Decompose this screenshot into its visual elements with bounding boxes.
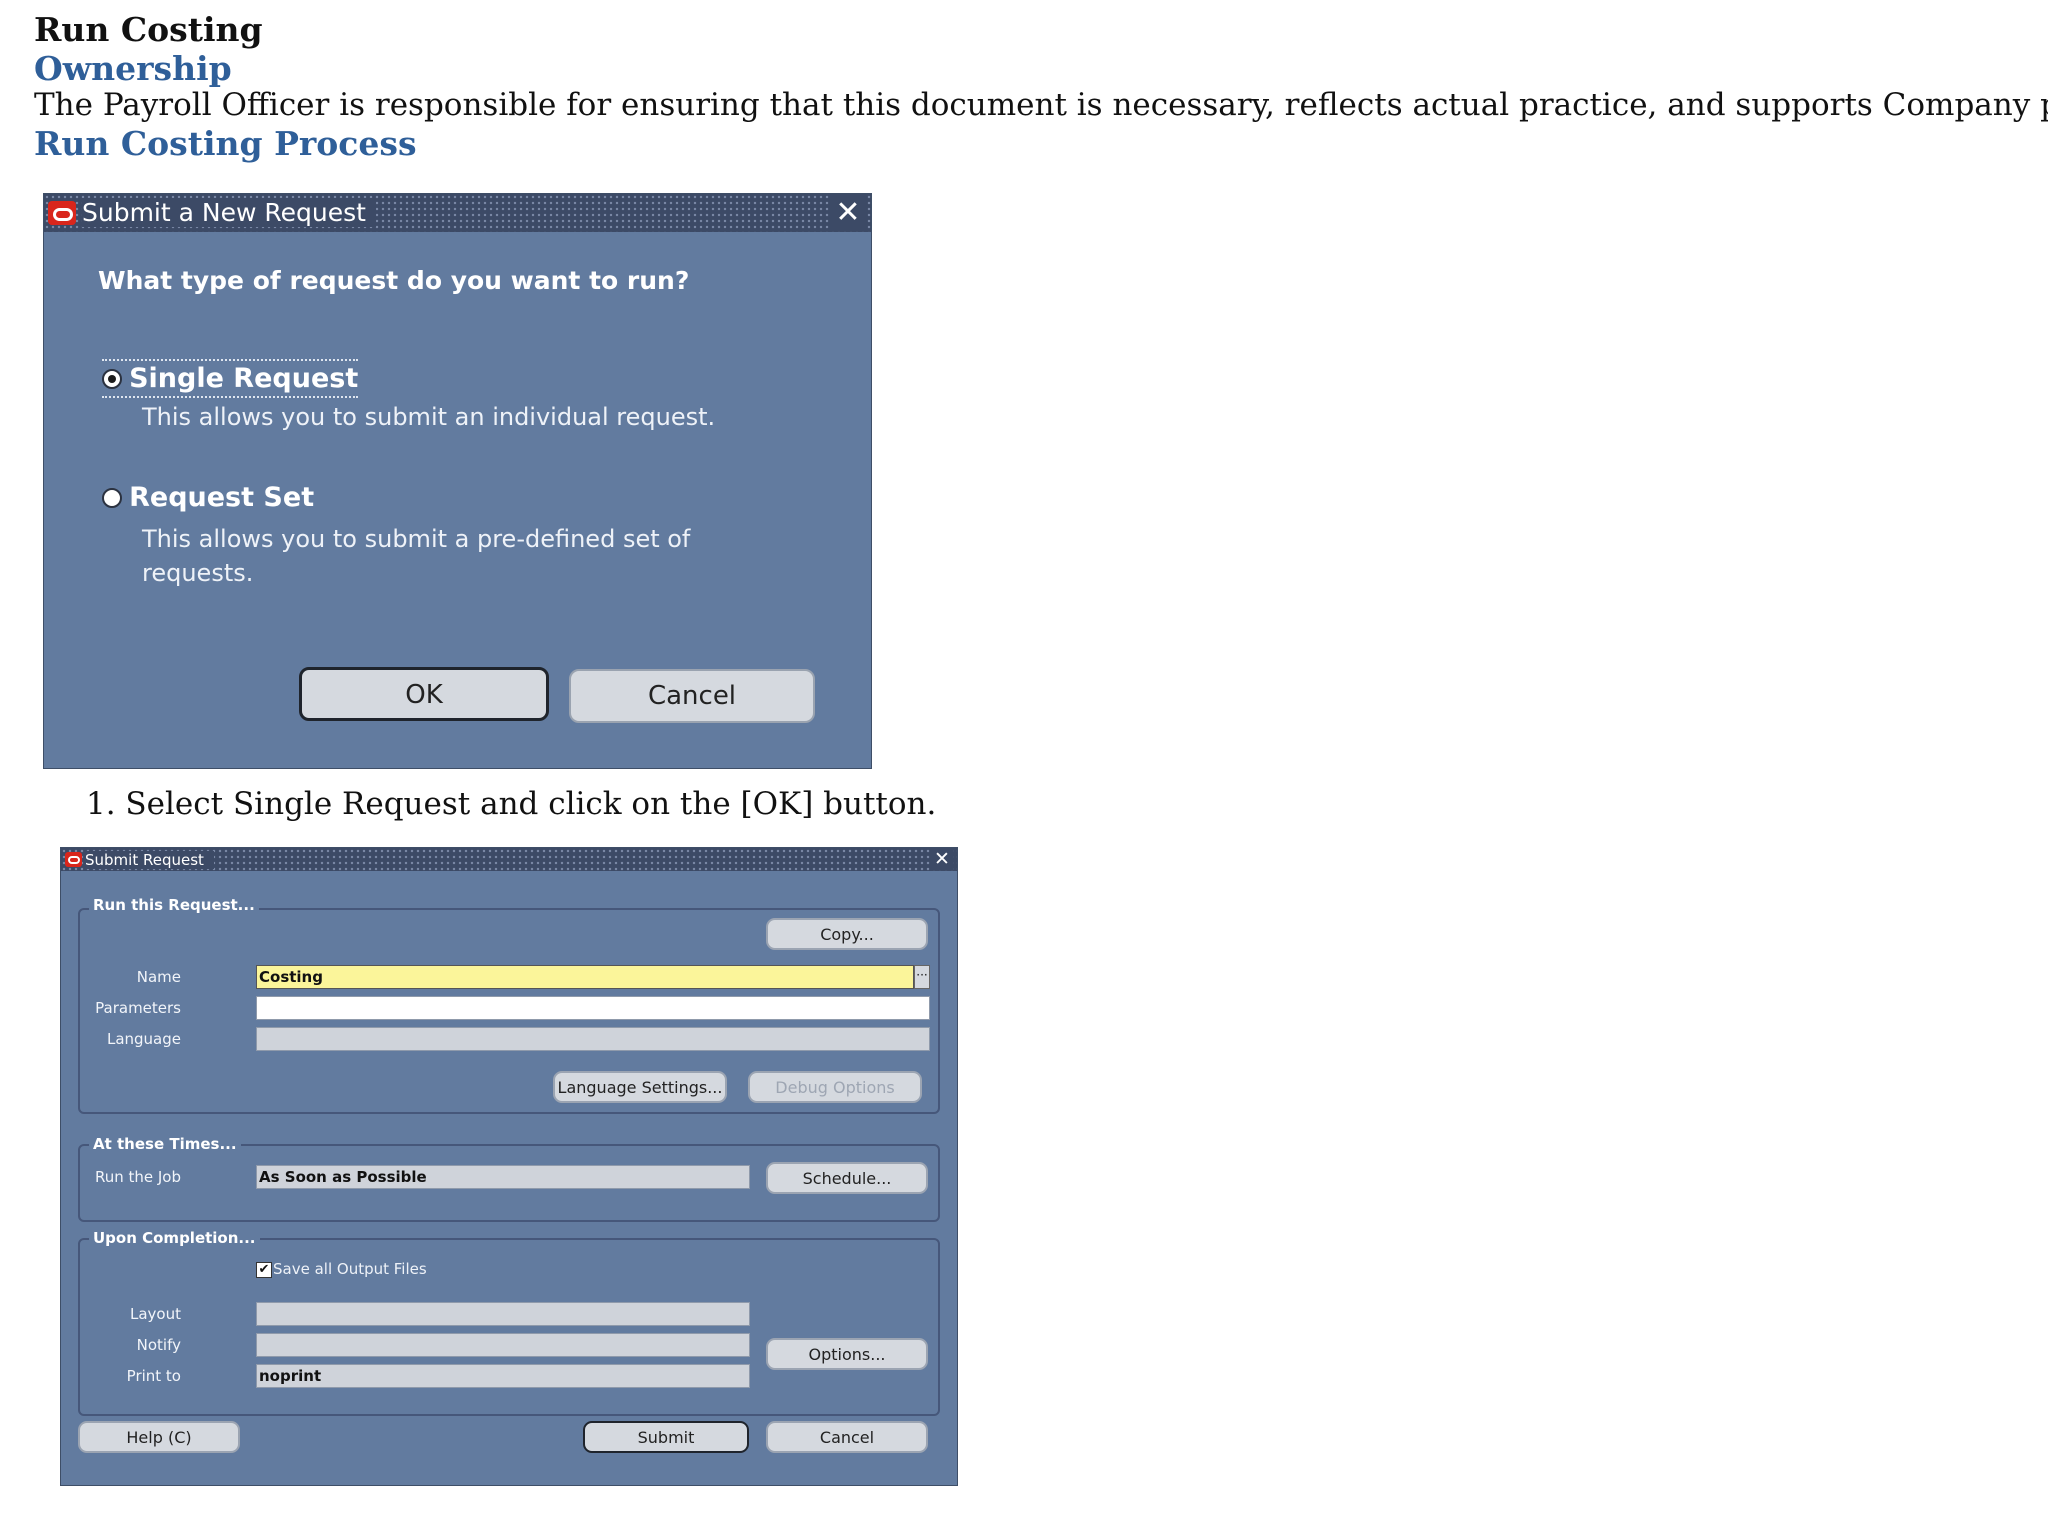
upon-completion-group-label: Upon Completion... [89,1229,260,1247]
submit-new-request-dialog: Submit a New Request ✕ What type of requ… [44,194,871,768]
oracle-logo-icon [65,852,82,867]
run-job-field[interactable]: As Soon as Possible [256,1165,750,1189]
single-request-radio[interactable] [102,368,122,389]
request-type-question: What type of request do you want to run? [98,266,690,295]
ok-button[interactable]: OK [299,667,549,721]
save-output-label[interactable]: Save all Output Files [273,1260,427,1278]
debug-options-button[interactable]: Debug Options [748,1071,922,1103]
save-output-checkbox[interactable]: ✔ [256,1262,272,1278]
submit-request-dialog: Submit Request ✕ Run this Request... Cop… [61,848,957,1485]
upon-completion-group [78,1238,940,1416]
list-of-values-icon[interactable]: ··· [914,965,930,989]
request-set-label[interactable]: Request Set [129,482,314,513]
language-label: Language [106,1030,181,1048]
close-icon[interactable]: ✕ [931,848,953,870]
step-1-instruction: 1. Select Single Request and click on th… [86,786,937,822]
close-icon[interactable]: ✕ [831,195,865,230]
single-request-option[interactable]: Single Request [102,359,359,398]
name-label: Name [136,968,181,986]
run-request-group-label: Run this Request... [89,896,259,914]
layout-field[interactable] [256,1302,750,1326]
language-field[interactable] [256,1027,930,1051]
notify-label: Notify [136,1336,181,1354]
ownership-paragraph: The Payroll Officer is responsible for e… [34,87,2048,123]
request-set-option[interactable]: Request Set [102,482,314,513]
dialog-title: Submit Request [85,851,214,869]
document-title: Run Costing [34,10,263,49]
submit-button[interactable]: Submit [583,1421,749,1453]
help-button[interactable]: Help (C) [78,1421,240,1453]
request-set-radio[interactable] [102,487,122,508]
oracle-logo-icon [48,201,76,225]
cancel-button[interactable]: Cancel [766,1421,928,1453]
layout-label: Layout [130,1305,181,1323]
process-heading: Run Costing Process [34,124,417,163]
copy-button[interactable]: Copy... [766,918,928,950]
notify-field[interactable] [256,1333,750,1357]
schedule-button[interactable]: Schedule... [766,1162,928,1194]
dialog-titlebar: Submit a New Request ✕ [44,194,871,232]
parameters-field[interactable] [256,996,930,1020]
parameters-label: Parameters [95,999,181,1017]
single-request-label[interactable]: Single Request [129,363,358,394]
run-job-label: Run the Job [94,1168,181,1186]
dialog-title: Submit a New Request [82,198,376,227]
ownership-heading: Ownership [34,49,232,88]
times-group-label: At these Times... [89,1135,241,1153]
language-settings-button[interactable]: Language Settings... [553,1071,727,1103]
request-set-description: This allows you to submit a pre-defined … [142,525,691,587]
name-field[interactable]: Costing [256,965,914,989]
dialog-titlebar: Submit Request ✕ [61,848,957,871]
single-request-description: This allows you to submit an individual … [142,403,716,431]
print-to-field[interactable]: noprint [256,1364,750,1388]
print-to-label: Print to [126,1367,181,1385]
cancel-button[interactable]: Cancel [569,669,815,723]
options-button[interactable]: Options... [766,1338,928,1370]
